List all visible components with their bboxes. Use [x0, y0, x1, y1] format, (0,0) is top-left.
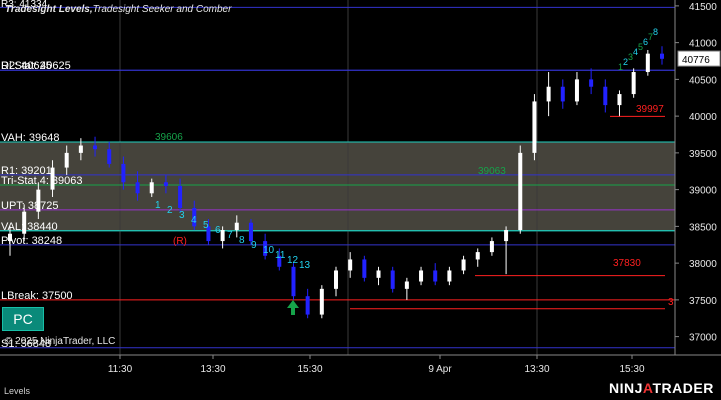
candle-body	[546, 86, 551, 102]
candle-body	[589, 79, 594, 87]
candle-body	[532, 101, 537, 153]
time-tick-label: 9 Apr	[428, 364, 452, 375]
annotation-label: 39997	[636, 104, 664, 115]
time-tick-label: 11:30	[108, 364, 133, 375]
seeker-count-label: 10	[263, 245, 275, 256]
seeker-count-label: 13	[299, 260, 311, 271]
annotation-label: 3	[668, 297, 674, 308]
candle-body	[362, 259, 367, 278]
seeker-count-label: 6	[215, 225, 221, 236]
ninjatrader-logo: NINJATRADER	[609, 380, 714, 396]
candle-body	[433, 270, 438, 282]
time-tick-label: 13:30	[200, 364, 225, 375]
seeker-count-label: 3	[179, 210, 185, 221]
time-tick-label: 13:30	[524, 364, 549, 375]
price-tick-label: 41500	[689, 2, 717, 13]
value-area-box	[0, 142, 675, 231]
candle-body	[121, 163, 126, 183]
price-tick-label: 39500	[689, 149, 717, 160]
seeker-count-label: 4	[191, 215, 197, 226]
level-label-5: UPT: 38725	[1, 200, 58, 212]
candle-body	[617, 94, 622, 106]
candle-body	[50, 167, 55, 190]
candle-body	[107, 149, 112, 164]
annotation-label: 39606	[155, 132, 183, 143]
candle-body	[660, 53, 664, 59]
last-price-label: 40776	[682, 55, 710, 66]
seeker-count-label: 2	[167, 205, 173, 216]
seeker-count-label: 11	[275, 250, 286, 261]
candle-body	[8, 233, 12, 242]
seeker-count-label: 8	[239, 235, 245, 246]
indicator-title-rest: Tradesight Seeker and Comber	[92, 4, 232, 15]
candle-body	[22, 211, 27, 234]
level-label-2: VAH: 39648	[1, 132, 60, 144]
price-tick-label: 40500	[689, 75, 717, 86]
candle-body	[64, 152, 69, 168]
pc-badge[interactable]: PC	[2, 307, 44, 331]
price-tick-label: 41000	[689, 39, 717, 50]
candle-body	[36, 189, 41, 212]
candle-body	[319, 288, 324, 315]
candle-body	[645, 53, 650, 73]
annotation-label: (R)	[173, 236, 187, 247]
candle-body	[419, 270, 424, 282]
candle-body	[461, 259, 466, 271]
candle-body	[135, 182, 140, 194]
annotation-label: 37830	[613, 258, 641, 269]
candle-body	[234, 222, 239, 231]
price-tick-label: 37500	[689, 296, 717, 307]
seeker-count-label: 1	[155, 200, 161, 211]
candle-body	[489, 241, 494, 253]
candle-body	[574, 79, 579, 102]
time-tick-label: 15:30	[619, 364, 644, 375]
candle-body	[220, 230, 225, 242]
indicator-title-bold: Tradesight Levels,	[5, 4, 93, 15]
candle-body	[93, 145, 98, 150]
copyright-text: © 2025 NinjaTrader, LLC	[5, 336, 116, 347]
candle-body	[475, 252, 480, 260]
price-tick-label: 37000	[689, 333, 717, 344]
candle-body	[447, 270, 452, 282]
candle-body	[404, 281, 409, 289]
candle-body	[603, 86, 608, 106]
level-label-8: LBreak: 37500	[1, 290, 73, 302]
tab-levels[interactable]: Levels	[4, 386, 30, 396]
candle-body	[631, 72, 636, 95]
chart-title: Tradesight Levels,Tradesight Seeker and …	[5, 4, 231, 15]
candle-body	[348, 259, 353, 271]
level-label-4: Tri-Stat 4: 39063	[1, 175, 83, 187]
candle-body	[149, 182, 154, 194]
price-tick-label: 39000	[689, 186, 717, 197]
price-tick-label: 40000	[689, 112, 717, 123]
comber-count-label: 8	[653, 27, 658, 37]
candle-body	[560, 86, 565, 102]
candle-body	[291, 266, 296, 297]
candle-body	[504, 230, 509, 242]
candle-body	[334, 270, 338, 289]
time-tick-label: 15:30	[297, 364, 322, 375]
candle-body	[248, 222, 253, 242]
seeker-count-label: 7	[227, 230, 233, 241]
candle-body	[518, 152, 523, 231]
candle-body	[78, 145, 83, 153]
seeker-count-label: 12	[287, 255, 299, 266]
seeker-count-label: 9	[251, 240, 257, 251]
annotation-label: 39063	[478, 166, 506, 177]
candle-body	[390, 270, 395, 289]
candle-body	[178, 185, 183, 209]
level-label-1: Di Stat: 40625	[1, 60, 71, 72]
price-tick-label: 38000	[689, 259, 717, 270]
candle-body	[376, 270, 381, 278]
candle-body	[305, 296, 310, 315]
up-arrow-icon	[287, 300, 299, 315]
seeker-count-label: 5	[203, 220, 209, 231]
price-tick-label: 38500	[689, 222, 717, 233]
candle-body	[163, 182, 168, 186]
